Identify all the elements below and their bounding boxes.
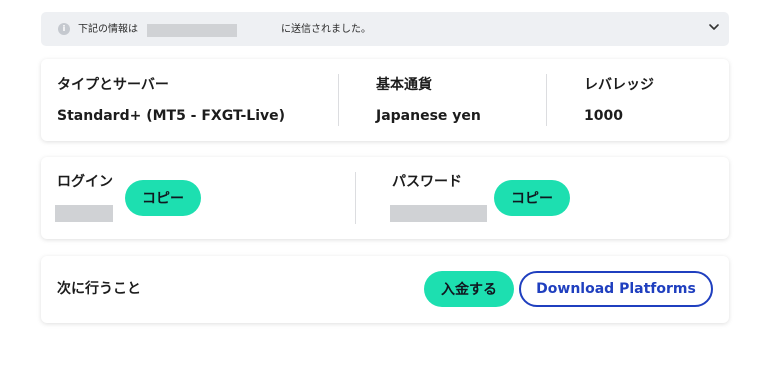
redacted-email (147, 24, 237, 37)
login-label: ログイン (57, 174, 113, 190)
divider (338, 74, 339, 126)
info-icon: i (58, 23, 70, 35)
notice-text-after: に送信されました。 (281, 24, 371, 35)
redacted-login (55, 205, 113, 222)
divider (546, 74, 547, 126)
chevron-down-icon[interactable] (707, 20, 721, 34)
base-currency-label: 基本通貨 (376, 77, 432, 93)
type-server-label: タイプとサーバー (57, 77, 169, 93)
leverage-value: 1000 (584, 108, 623, 124)
leverage-label: レバレッジ (584, 77, 654, 93)
base-currency-value: Japanese yen (376, 108, 481, 124)
deposit-button[interactable]: 入金する (424, 271, 514, 307)
credentials-card: ログイン コピー パスワード コピー (41, 157, 729, 239)
copy-login-button[interactable]: コピー (125, 180, 201, 216)
account-info-card: タイプとサーバー Standard+ (MT5 - FXGT-Live) 基本通… (41, 59, 729, 141)
next-steps-card: 次に行うこと 入金する Download Platforms (41, 256, 729, 323)
redacted-password (390, 205, 487, 222)
copy-password-button[interactable]: コピー (494, 180, 570, 216)
divider (355, 172, 356, 224)
download-platforms-button[interactable]: Download Platforms (519, 271, 713, 307)
password-label: パスワード (392, 174, 462, 190)
type-server-value: Standard+ (MT5 - FXGT-Live) (57, 108, 286, 124)
notice-banner[interactable]: i 下記の情報は に送信されました。 (41, 12, 729, 46)
next-steps-label: 次に行うこと (57, 281, 141, 297)
notice-text-before: 下記の情報は (78, 24, 138, 35)
